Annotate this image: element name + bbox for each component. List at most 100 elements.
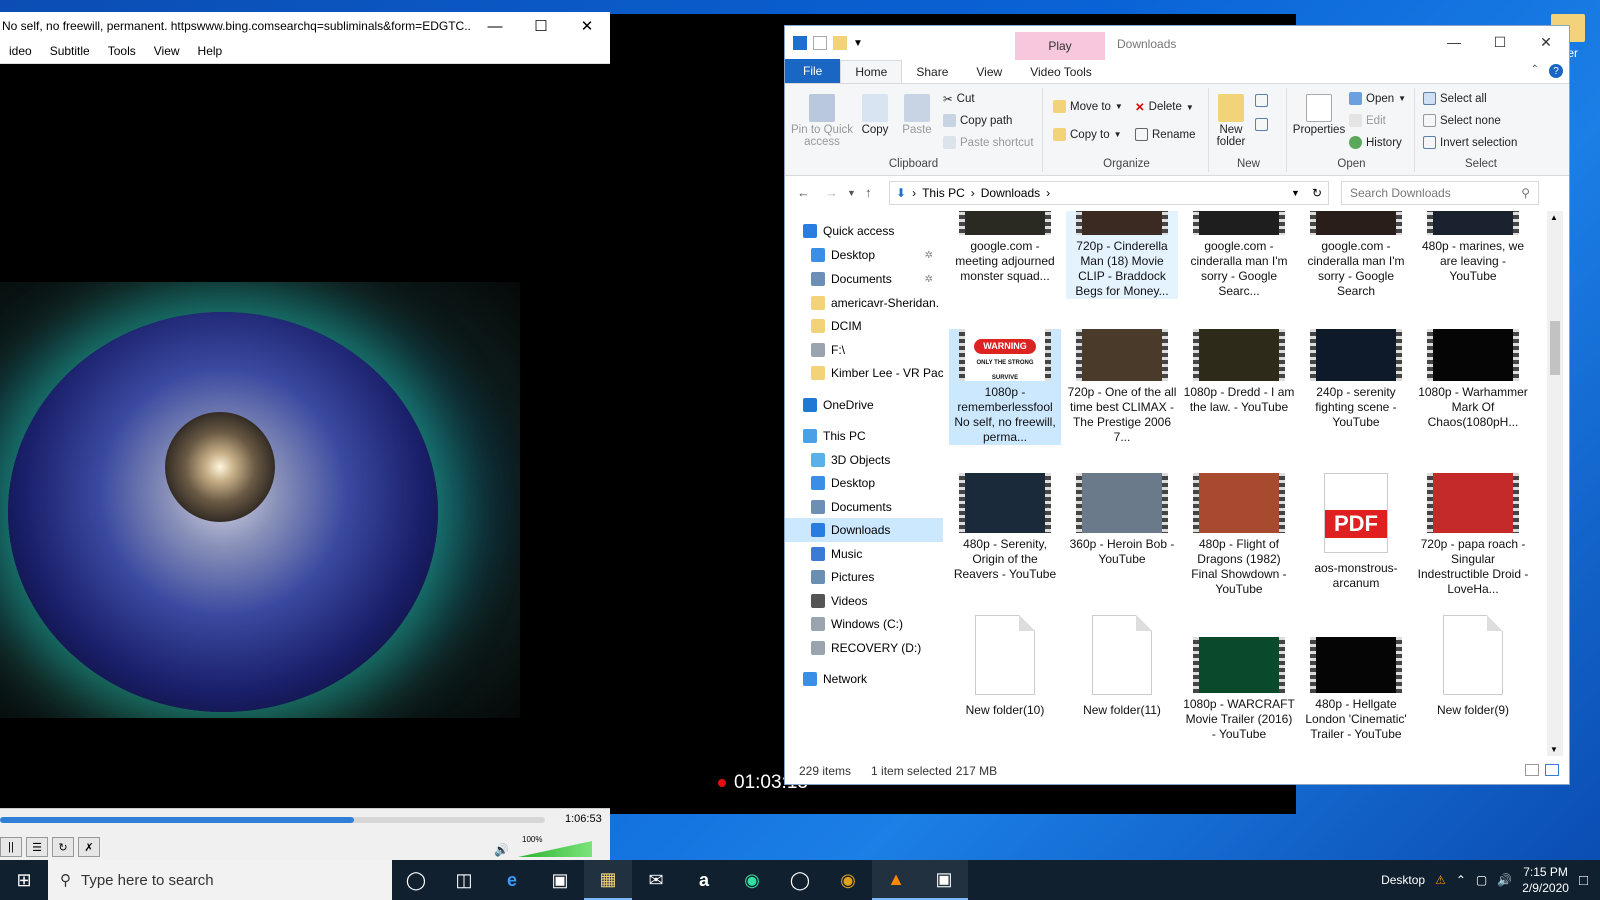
notification-badge-icon[interactable]: ⚠ bbox=[1435, 873, 1446, 887]
nav-item[interactable]: Desktop bbox=[785, 471, 943, 495]
close-icon[interactable]: ✕ bbox=[564, 12, 610, 40]
nav-item[interactable]: RECOVERY (D:) bbox=[785, 636, 943, 660]
maximize-icon[interactable]: ☐ bbox=[1477, 26, 1523, 58]
speaker-icon[interactable]: 🔊 bbox=[494, 843, 509, 857]
tripadvisor-icon[interactable]: ◉ bbox=[728, 860, 776, 900]
vlc-title-bar[interactable]: No self, no freewill, permanent. httpsww… bbox=[0, 12, 610, 40]
tab-share[interactable]: Share bbox=[902, 61, 962, 83]
nav-item[interactable]: Windows (C:) bbox=[785, 612, 943, 636]
file-item[interactable]: 720p - Cinderella Man (18) Movie CLIP - … bbox=[1066, 211, 1178, 299]
refresh-icon[interactable]: ↻ bbox=[1312, 186, 1322, 200]
camera-icon[interactable]: ▣ bbox=[920, 860, 968, 900]
nav-item[interactable]: This PC bbox=[785, 424, 943, 448]
windows-start-icon[interactable]: ⊞ bbox=[0, 860, 48, 900]
scroll-down-icon[interactable]: ▼ bbox=[1550, 745, 1558, 754]
task-view-icon[interactable]: ◫ bbox=[440, 860, 488, 900]
file-item[interactable]: New folder(9) bbox=[1417, 615, 1529, 718]
file-item[interactable]: google.com - meeting adjourned monster s… bbox=[949, 211, 1061, 284]
nav-item[interactable]: Downloads bbox=[785, 518, 943, 542]
menu-video[interactable]: ideo bbox=[0, 40, 41, 63]
address-dropdown-icon[interactable]: ▼ bbox=[1291, 188, 1300, 198]
file-item[interactable]: 480p - Serenity, Origin of the Reavers -… bbox=[949, 473, 1061, 582]
minimize-icon[interactable]: — bbox=[472, 12, 518, 40]
seek-bar[interactable] bbox=[0, 817, 545, 823]
file-item[interactable]: 720p - One of the all time best CLIMAX -… bbox=[1066, 329, 1178, 445]
close-icon[interactable]: ✕ bbox=[1523, 26, 1569, 58]
help-icon[interactable]: ? bbox=[1549, 64, 1563, 78]
action-center-icon[interactable]: □ bbox=[1579, 872, 1588, 889]
volume-tray-icon[interactable]: 🔊 bbox=[1497, 873, 1512, 887]
open-button[interactable]: Open ▼ bbox=[1349, 92, 1406, 105]
breadcrumb-this-pc[interactable]: This PC bbox=[922, 186, 965, 200]
nav-item[interactable]: Desktop ✲ bbox=[785, 243, 943, 267]
new-folder-icon[interactable] bbox=[833, 36, 847, 50]
amazon-icon[interactable]: a bbox=[680, 860, 728, 900]
collapse-ribbon-icon[interactable]: ⌃ bbox=[1531, 64, 1539, 75]
file-item[interactable]: 240p - serenity fighting scene - YouTube bbox=[1300, 329, 1412, 430]
tab-video-tools[interactable]: Video Tools bbox=[1016, 61, 1106, 83]
quick-access-dropdown-icon[interactable]: ▼ bbox=[853, 38, 863, 49]
nav-item[interactable]: DCIM bbox=[785, 314, 943, 338]
volume-slider[interactable]: 100% bbox=[518, 835, 596, 859]
nav-item[interactable]: Quick access bbox=[785, 219, 943, 243]
loop-icon[interactable]: ↻ bbox=[52, 837, 74, 857]
media-app-icon[interactable]: ◯ bbox=[776, 860, 824, 900]
paste-shortcut-button[interactable]: Paste shortcut bbox=[943, 136, 1034, 149]
menu-tools[interactable]: Tools bbox=[99, 40, 145, 63]
search-input[interactable]: Search Downloads ⚲ bbox=[1341, 181, 1539, 205]
nav-item[interactable]: americavr-Sheridan. bbox=[785, 291, 943, 315]
copy-to-button[interactable]: Copy to ▼ bbox=[1053, 128, 1122, 141]
easy-access-icon[interactable] bbox=[1255, 118, 1268, 131]
mail-icon[interactable]: ✉ bbox=[632, 860, 680, 900]
new-folder-button[interactable]: New folder bbox=[1215, 94, 1247, 148]
nav-item[interactable]: Documents bbox=[785, 495, 943, 519]
forward-arrow-icon[interactable]: → bbox=[825, 185, 838, 200]
desktop-toolbar-label[interactable]: Desktop bbox=[1381, 873, 1425, 887]
file-item[interactable]: 480p - Hellgate London 'Cinematic' Trail… bbox=[1300, 615, 1412, 742]
history-button[interactable]: History bbox=[1349, 136, 1402, 149]
explorer-title-bar[interactable]: ▼ Play Downloads — ☐ ✕ bbox=[785, 26, 1569, 60]
back-arrow-icon[interactable]: ← bbox=[797, 185, 810, 200]
frame-step-button[interactable]: || bbox=[0, 837, 22, 857]
file-item[interactable]: 1080p - Warhammer Mark Of Chaos(1080pH..… bbox=[1417, 329, 1529, 430]
vlc-video-area[interactable] bbox=[0, 64, 610, 816]
tab-home[interactable]: Home bbox=[840, 60, 903, 83]
rename-button[interactable]: Rename bbox=[1135, 128, 1195, 141]
file-explorer-icon[interactable]: ▦ bbox=[584, 860, 632, 900]
file-item[interactable]: 1080p - WARCRAFT Movie Trailer (2016) - … bbox=[1183, 615, 1295, 742]
play-contextual-tab[interactable]: Play bbox=[1015, 32, 1105, 60]
scroll-up-icon[interactable]: ▲ bbox=[1550, 213, 1558, 222]
menu-subtitle[interactable]: Subtitle bbox=[41, 40, 99, 63]
nav-item[interactable]: F:\ bbox=[785, 338, 943, 362]
file-item[interactable]: 480p - marines, we are leaving - YouTube bbox=[1417, 211, 1529, 284]
edge-icon[interactable]: e bbox=[488, 860, 536, 900]
delete-button[interactable]: ✕ Delete ▼ bbox=[1135, 100, 1194, 114]
file-item[interactable]: New folder(10) bbox=[949, 615, 1061, 718]
tab-file[interactable]: File bbox=[785, 59, 841, 83]
nav-item[interactable]: Documents ✲ bbox=[785, 267, 943, 291]
nav-item[interactable]: Videos bbox=[785, 589, 943, 613]
clock[interactable]: 7:15 PM 2/9/2020 bbox=[1522, 864, 1569, 896]
cortana-icon[interactable]: ◯ bbox=[392, 860, 440, 900]
cut-button[interactable]: ✂ Cut bbox=[943, 92, 975, 106]
move-to-button[interactable]: Move to ▼ bbox=[1053, 100, 1123, 113]
taskbar-search-input[interactable]: ⚲ Type here to search bbox=[48, 860, 392, 900]
nav-item[interactable]: Pictures bbox=[785, 565, 943, 589]
file-item[interactable]: PDF aos-monstrous-arcanum bbox=[1300, 473, 1412, 591]
up-arrow-icon[interactable]: ↑ bbox=[865, 185, 872, 200]
nav-item[interactable]: Kimber Lee - VR Pac bbox=[785, 361, 943, 385]
file-item[interactable]: WARNING ONLY THE STRONG SURVIVE 1080p - re… bbox=[949, 329, 1061, 445]
file-item[interactable]: 360p - Heroin Bob - YouTube bbox=[1066, 473, 1178, 567]
store-icon[interactable]: ▣ bbox=[536, 860, 584, 900]
file-item[interactable]: 1080p - Dredd - I am the law. - YouTube bbox=[1183, 329, 1295, 415]
nav-item[interactable]: OneDrive bbox=[785, 393, 943, 417]
large-icons-view-icon[interactable] bbox=[1545, 764, 1559, 776]
select-none-button[interactable]: Select none bbox=[1423, 114, 1501, 127]
minimize-icon[interactable]: — bbox=[1431, 26, 1477, 58]
properties-button[interactable]: Properties bbox=[1291, 94, 1347, 136]
color-app-icon[interactable]: ◉ bbox=[824, 860, 872, 900]
invert-selection-button[interactable]: Invert selection bbox=[1423, 136, 1517, 149]
network-tray-icon[interactable]: ▢ bbox=[1476, 873, 1487, 887]
new-item-icon[interactable] bbox=[1255, 94, 1268, 107]
scrollbar-thumb[interactable] bbox=[1550, 321, 1560, 375]
